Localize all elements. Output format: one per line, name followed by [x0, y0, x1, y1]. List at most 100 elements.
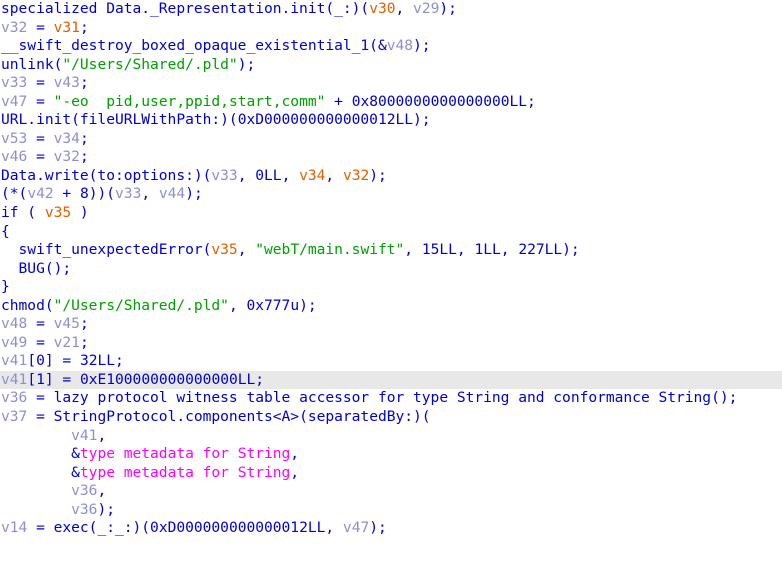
code-token-lvar[interactable]: v36 — [1, 389, 27, 406]
code-token-code: ; — [79, 333, 89, 351]
code-line[interactable]: Data.write(to:options:)(v33, 0LL, v34, v… — [0, 167, 782, 186]
code-token-lvar[interactable]: v47 — [1, 93, 27, 110]
code-token-num: 32LL — [79, 352, 116, 370]
code-token-lvar[interactable]: v36 — [71, 501, 97, 518]
code-token-lvar[interactable]: v46 — [1, 148, 27, 165]
code-line[interactable]: v49 = v21; — [0, 334, 782, 353]
code-token-code: = — [27, 333, 54, 351]
code-token-lvar[interactable]: v37 — [1, 408, 27, 425]
code-token-code: ; — [527, 92, 536, 110]
code-token-lvar[interactable]: v44 — [159, 185, 185, 202]
code-token-kw: ) — [71, 204, 89, 222]
code-token-lvar[interactable]: v47 — [343, 519, 369, 536]
code-token-code: ] = — [44, 370, 80, 388]
code-line[interactable]: (*(v42 + 8))(v33, v44); — [0, 185, 782, 204]
code-token-num: 8 — [79, 185, 89, 203]
code-token-lvar[interactable]: v14 — [1, 519, 27, 536]
code-token-code: URL.init(fileURLWithPath:)( — [1, 111, 238, 129]
code-token-code: , — [281, 166, 300, 184]
code-token-lvar[interactable]: v36 — [71, 482, 97, 499]
code-token-code: ); — [439, 0, 457, 17]
code-token-code: , — [97, 426, 107, 444]
code-token-code: BUG(); — [1, 259, 72, 277]
code-token-globl[interactable]: type metadata for String — [80, 464, 290, 481]
code-token-code: ); — [369, 519, 387, 537]
code-token-lvar[interactable]: v48 — [1, 315, 27, 332]
code-line[interactable]: &type metadata for String, — [0, 445, 782, 464]
code-token-lvar[interactable]: v33 — [115, 185, 141, 202]
code-token-code: Data.write(to:options:)( — [1, 166, 212, 184]
code-line[interactable]: if ( v35 ) — [0, 204, 782, 223]
code-token-lvar[interactable]: v41 — [1, 352, 27, 369]
code-line[interactable]: &type metadata for String, — [0, 464, 782, 483]
code-token-code: = StringProtocol.components<A>(separated… — [27, 408, 431, 426]
code-line[interactable]: chmod("/Users/Shared/.pld", 0x777u); — [0, 297, 782, 316]
code-line[interactable]: v41[0] = 32LL; — [0, 352, 782, 371]
code-token-num: 0xE100000000000000LL — [79, 370, 256, 388]
code-token-arg[interactable]: v35 — [45, 204, 71, 221]
code-token-code: , — [325, 166, 343, 184]
code-token-lvar[interactable]: v33 — [211, 167, 237, 184]
code-token-code: { — [1, 222, 10, 240]
code-token-lvar[interactable]: v32 — [54, 148, 80, 165]
code-line[interactable]: __swift_destroy_boxed_opaque_existential… — [0, 37, 782, 56]
code-line[interactable]: v32 = v31; — [0, 19, 782, 38]
code-line[interactable]: v14 = exec(_:_:)(0xD000000000000012LL, v… — [0, 519, 782, 538]
code-token-code: , — [228, 296, 247, 314]
code-token-code: , — [237, 166, 256, 184]
code-token-num: 0x8000000000000000LL — [351, 92, 528, 110]
code-token-code: = — [27, 129, 54, 147]
code-token-code: = — [27, 18, 54, 36]
code-line[interactable]: v36); — [0, 501, 782, 520]
code-token-num: 0 — [36, 352, 45, 370]
code-line[interactable]: v47 = "-eo pid,user,ppid,start,comm" + 0… — [0, 93, 782, 112]
code-token-code: & — [1, 445, 80, 463]
code-token-lvar[interactable]: v29 — [413, 0, 439, 17]
code-line[interactable]: v53 = v34; — [0, 130, 782, 149]
code-token-lvar[interactable]: v34 — [54, 130, 80, 147]
code-token-arg[interactable]: v35 — [211, 241, 237, 258]
code-token-code — [1, 482, 71, 499]
code-token-code: , — [404, 241, 422, 259]
code-line[interactable]: unlink("/Users/Shared/.pld"); — [0, 56, 782, 75]
code-token-lvar[interactable]: v48 — [387, 37, 413, 54]
code-token-lvar[interactable]: v43 — [54, 74, 80, 91]
code-line[interactable]: v36 = lazy protocol witness table access… — [0, 389, 782, 408]
code-token-num: 1 — [36, 370, 45, 388]
code-token-str: "/Users/Shared/.pld" — [53, 296, 229, 314]
code-token-code: = — [27, 148, 54, 166]
code-token-lvar[interactable]: v41 — [1, 371, 27, 388]
code-token-globl[interactable]: type metadata for String — [80, 445, 290, 462]
code-line[interactable]: URL.init(fileURLWithPath:)(0xD0000000000… — [0, 111, 782, 130]
code-line[interactable]: v48 = v45; — [0, 315, 782, 334]
code-line[interactable]: v33 = v43; — [0, 74, 782, 93]
code-token-lvar[interactable]: v21 — [54, 334, 80, 351]
code-token-lvar[interactable]: v32 — [1, 19, 27, 36]
code-token-lvar[interactable]: v45 — [54, 315, 80, 332]
code-token-code: , — [395, 0, 414, 17]
code-line[interactable]: v46 = v32; — [0, 148, 782, 167]
code-line[interactable]: v41, — [0, 427, 782, 446]
code-token-lvar[interactable]: v53 — [1, 130, 27, 147]
code-line[interactable]: BUG(); — [0, 260, 782, 279]
code-token-lvar[interactable]: v42 — [27, 185, 53, 202]
code-line[interactable]: { — [0, 223, 782, 242]
code-token-arg[interactable]: v31 — [54, 19, 80, 36]
code-line[interactable]: v37 = StringProtocol.components<A>(separ… — [0, 408, 782, 427]
code-line[interactable]: v41[1] = 0xE100000000000000LL; — [0, 370, 782, 390]
code-token-num: 1LL — [474, 241, 501, 259]
code-token-arg[interactable]: v30 — [369, 0, 395, 17]
pseudocode-view[interactable]: specialized Data._Representation.init(_:… — [0, 0, 782, 584]
code-token-lvar[interactable]: v49 — [1, 334, 27, 351]
code-line[interactable]: v36, — [0, 482, 782, 501]
code-token-lvar[interactable]: v41 — [71, 427, 97, 444]
code-token-arg[interactable]: v34 — [299, 167, 325, 184]
code-line[interactable]: } — [0, 278, 782, 297]
code-token-code: __swift_destroy_boxed_opaque_existential… — [1, 37, 387, 55]
code-token-num: 15LL — [421, 241, 457, 259]
code-token-code: = exec(_:_:)( — [27, 519, 151, 537]
code-line[interactable]: swift_unexpectedError(v35, "webT/main.sw… — [0, 241, 782, 260]
code-token-lvar[interactable]: v33 — [1, 74, 27, 91]
code-line[interactable]: specialized Data._Representation.init(_:… — [0, 0, 782, 19]
code-token-arg[interactable]: v32 — [343, 167, 369, 184]
